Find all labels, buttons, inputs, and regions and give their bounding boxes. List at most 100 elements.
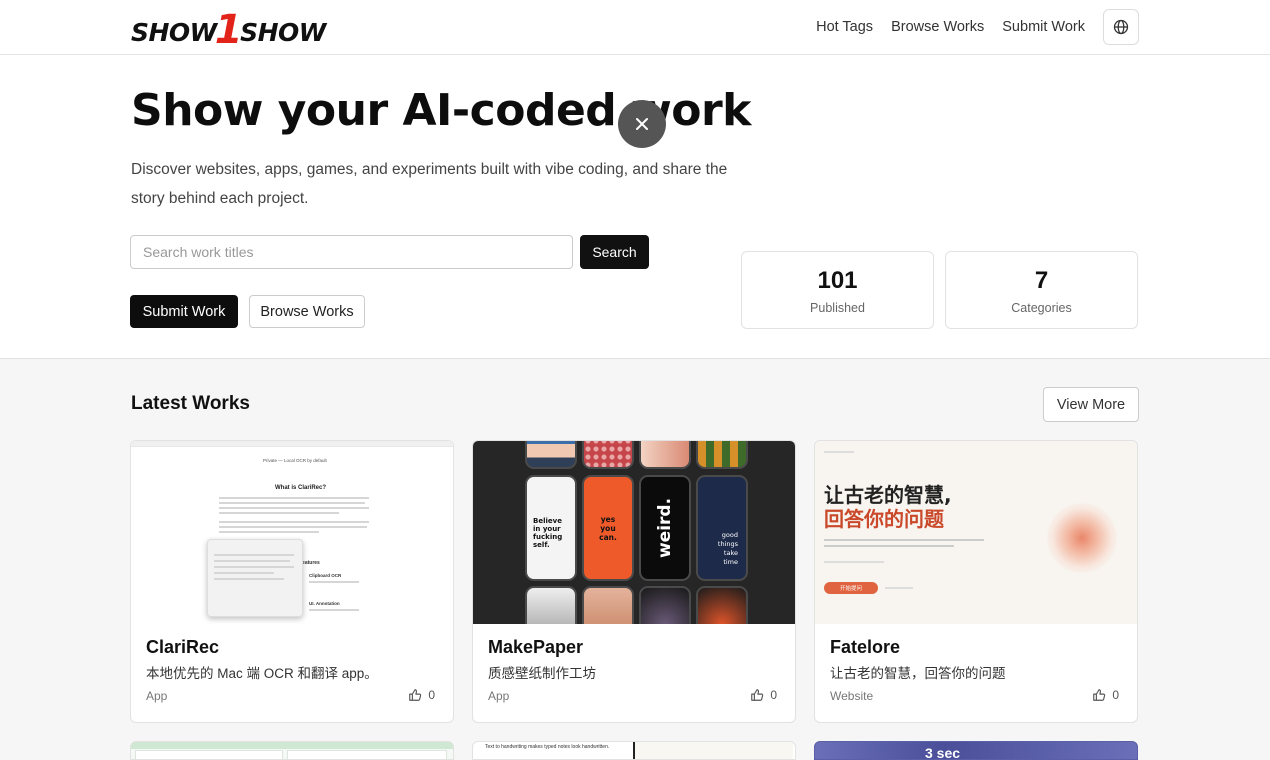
thumb-text-line xyxy=(214,578,284,580)
stat-value: 101 xyxy=(817,267,858,294)
work-card-partial[interactable]: Text to handwriting makes typed notes lo… xyxy=(472,741,796,760)
like-count: 0 xyxy=(428,688,435,702)
stat-label: Categories xyxy=(1011,301,1072,315)
thumb-item-1: Clipboard OCR xyxy=(309,573,342,578)
hero-description: Discover websites, apps, games, and expe… xyxy=(131,161,728,207)
like-button[interactable]: 0 xyxy=(1092,688,1119,702)
thumb-headline: 让古老的智慧, 回答你的问题 xyxy=(824,483,952,531)
thumbs-up-icon xyxy=(409,689,422,701)
search-button[interactable]: Search xyxy=(580,235,649,269)
like-button[interactable]: 0 xyxy=(750,688,777,702)
section-title: Latest Works xyxy=(131,393,250,414)
thumb-text: 3 sec xyxy=(925,745,961,760)
thumb-text-line xyxy=(214,554,294,556)
card-category: Website xyxy=(830,689,874,703)
thumb-text-line xyxy=(824,539,984,541)
thumb-floating-window xyxy=(207,539,303,617)
thumb-phone: weird. xyxy=(639,475,691,581)
nav-hot-tags[interactable]: Hot Tags xyxy=(816,19,873,35)
main-nav: Hot Tags Browse Works Submit Work xyxy=(816,9,1139,45)
thumbs-up-icon xyxy=(1093,689,1106,701)
stat-label: Published xyxy=(810,301,865,315)
nav-browse-works[interactable]: Browse Works xyxy=(891,19,984,35)
thumb-item-2: UI. Annotation xyxy=(309,601,340,606)
card-category: App xyxy=(488,689,510,703)
stat-categories: 7 Categories xyxy=(945,251,1138,329)
card-title[interactable]: Fatelore xyxy=(830,637,900,658)
thumb-cta: 开始提问 xyxy=(824,582,878,594)
thumb-text-line xyxy=(219,531,319,533)
card-title[interactable]: MakePaper xyxy=(488,637,583,658)
like-button[interactable]: 0 xyxy=(408,688,435,702)
thumb-text-line xyxy=(309,581,359,583)
browse-works-button[interactable]: Browse Works xyxy=(249,295,365,328)
thumb-text-line xyxy=(309,609,359,611)
thumb-banner: Private — Local OCR by default xyxy=(263,458,327,463)
card-subtitle: 质感壁纸制作工坊 xyxy=(488,666,596,681)
thumb-text-line xyxy=(824,561,884,563)
card-thumbnail: 让古老的智慧, 回答你的问题 开始提问 xyxy=(815,441,1137,624)
view-more-button[interactable]: View More xyxy=(1043,387,1139,422)
card-subtitle: 本地优先的 Mac 端 OCR 和翻译 app。 xyxy=(146,666,378,681)
thumb-phone xyxy=(639,441,691,469)
top-navigation-bar: SHOW 1 SHOW Hot Tags Browse Works Submit… xyxy=(0,0,1270,55)
like-count: 0 xyxy=(770,688,777,702)
close-icon xyxy=(636,118,648,130)
thumb-phone xyxy=(525,586,577,624)
thumb-phone xyxy=(582,586,634,624)
thumb-phone xyxy=(696,586,748,624)
thumb-text-line xyxy=(824,545,954,547)
thumb-panel xyxy=(633,742,793,759)
work-card-fatelore[interactable]: 让古老的智慧, 回答你的问题 开始提问 Fatelore 让古老的智慧，回答你的… xyxy=(814,440,1138,723)
submit-work-button[interactable]: Submit Work xyxy=(130,295,238,328)
work-card-makepaper[interactable]: Believe in your fucking self. yes you ca… xyxy=(472,440,796,723)
stat-value: 7 xyxy=(1034,267,1049,294)
close-overlay-button[interactable] xyxy=(618,100,666,148)
thumb-text-line xyxy=(214,572,274,574)
card-subtitle: 让古老的智慧，回答你的问题 xyxy=(830,666,1006,681)
thumb-text-line xyxy=(219,502,365,504)
work-card-clarirec[interactable]: Private — Local OCR by default What is C… xyxy=(130,440,454,723)
thumb-text-line xyxy=(219,526,367,528)
thumb-panel xyxy=(287,750,447,759)
phone-text-4: good things take time xyxy=(717,531,738,566)
work-card-partial[interactable] xyxy=(130,741,454,760)
thumb-phone xyxy=(696,441,748,469)
card-title[interactable]: ClariRec xyxy=(146,637,219,658)
thumb-text-line xyxy=(214,560,290,562)
thumb-phone: yes you can. xyxy=(582,475,634,581)
thumb-phone: Believe in your fucking self. xyxy=(525,475,577,581)
thumb-nav-line xyxy=(824,451,854,453)
site-logo[interactable]: SHOW 1 SHOW xyxy=(131,7,326,53)
logo-text-right: SHOW xyxy=(240,18,326,47)
hero-section: Show your AI-coded work Discover website… xyxy=(0,55,1270,359)
like-count: 0 xyxy=(1112,688,1119,702)
globe-icon xyxy=(1113,19,1129,35)
search-input[interactable] xyxy=(130,235,573,269)
thumb-text: Text to handwriting makes typed notes lo… xyxy=(485,744,610,750)
thumb-panel xyxy=(135,750,283,759)
logo-text-left: SHOW xyxy=(131,18,217,47)
thumb-phone xyxy=(582,441,634,469)
thumb-text-line xyxy=(219,512,339,514)
language-button[interactable] xyxy=(1103,9,1139,45)
phone-text-1: Believe in your fucking self. xyxy=(533,517,563,549)
thumb-text-line xyxy=(885,587,913,589)
card-thumbnail: Private — Local OCR by default What is C… xyxy=(131,441,453,624)
phone-text-2: yes you can. xyxy=(599,514,617,542)
thumb-phone xyxy=(525,441,577,469)
thumb-headline-line-1: 让古老的智慧, xyxy=(824,483,952,507)
thumb-orb xyxy=(1047,503,1117,573)
card-category: App xyxy=(146,689,168,703)
work-card-partial[interactable]: 3 sec xyxy=(814,741,1138,760)
logo-digit: 1 xyxy=(214,7,243,53)
thumb-phone: good things take time xyxy=(696,475,748,581)
thumb-text-line xyxy=(219,507,369,509)
thumb-browser-bar xyxy=(131,441,453,447)
thumb-text-line xyxy=(219,521,369,523)
thumbs-up-icon xyxy=(751,689,764,701)
nav-submit-work[interactable]: Submit Work xyxy=(1002,19,1085,35)
card-thumbnail: Believe in your fucking self. yes you ca… xyxy=(473,441,795,624)
phone-text-3: weird. xyxy=(655,497,676,559)
thumb-heading: What is ClariRec? xyxy=(275,485,327,491)
